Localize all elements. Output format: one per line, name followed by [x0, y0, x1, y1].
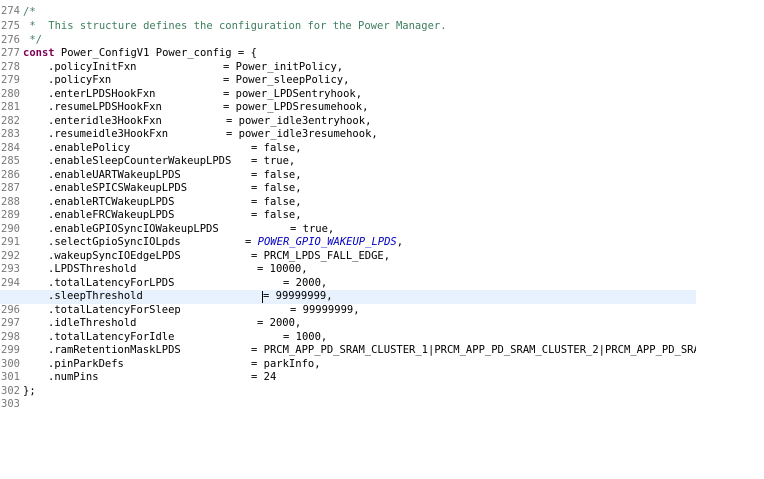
- punctuation: ,: [396, 236, 404, 248]
- field-value: = 99999999,: [290, 303, 360, 316]
- field-value: = false,: [251, 168, 302, 181]
- field-name: .enableRTCWakeupLPDS: [48, 195, 175, 208]
- code-line: 281 .enterLPDSHookFxn = power_LPDSentryh…: [0, 87, 764, 114]
- field-name: .enterLPDSHookFxn: [48, 87, 156, 100]
- code-line: 291 .enableGPIOSyncIOWakeupLPDS = true,: [0, 222, 764, 249]
- field-value: = power_LPDSresumehook,: [223, 101, 369, 113]
- field-value: = false,: [251, 195, 302, 208]
- field-value: = power_idle3resumehook,: [226, 128, 378, 140]
- field-value: = 1000,: [283, 330, 328, 343]
- field-value: = 10000,: [257, 263, 308, 275]
- code-line: 286 .enableSleepCounterWakeupLPDS = true…: [0, 155, 764, 181]
- field-value: = 24: [251, 371, 277, 383]
- field-value: = PRCM_APP_PD_SRAM_CLUSTER_1|PRCM_APP_PD…: [251, 344, 696, 356]
- field-name: .enableGPIOSyncIOWakeupLPDS: [48, 222, 219, 235]
- current-code-line[interactable]: 296 .sleepThreshold = 99999999,: [0, 290, 696, 316]
- code-line: 280 .policyFxn = Power_sleepPolicy,: [0, 74, 764, 100]
- field-value: = power_LPDSentryhook,: [223, 87, 363, 100]
- code-line: 279 .policyInitFxn = Power_initPolicy,: [0, 60, 764, 87]
- code-line: 297 .totalLatencyForSleep = 99999999,: [0, 303, 764, 330]
- code-line: 294 .LPDSThreshold = 10000,: [0, 263, 764, 289]
- code-line: 298 .idleThreshold = 2000,: [0, 317, 764, 343]
- code-line: 287 .enableUARTWakeupLPDS = false,: [0, 168, 764, 195]
- code-line: 278 const Power_ConfigV1 Power_config = …: [0, 47, 764, 73]
- code-line: 277 */: [0, 33, 764, 60]
- field-name: .totalLatencyForLPDS: [48, 276, 175, 289]
- field-name: .enableSPICSWakeupLPDS: [48, 182, 188, 194]
- field-name: .totalLatencyForIdle: [48, 330, 175, 343]
- closing-brace: };: [23, 384, 36, 397]
- field-value: = 2000,: [257, 317, 302, 329]
- field-value: = false,: [251, 141, 302, 154]
- declaration-text: Power_ConfigV1 Power_config = {: [54, 47, 257, 59]
- code-line: 274: [0, 0, 764, 17]
- field-value: = POWER_GPIO_WAKEUP_LPDS,: [245, 236, 403, 250]
- field-value: = Power_initPolicy,: [223, 60, 344, 73]
- field-value: = 99999999,: [263, 290, 333, 302]
- field-name: .idleThreshold: [48, 317, 137, 329]
- field-name: .enableSleepCounterWakeupLPDS: [48, 155, 232, 167]
- field-name: .ramRetentionMaskLPDS: [48, 344, 181, 356]
- field-name: .totalLatencyForSleep: [48, 303, 181, 316]
- code-line: 295 .totalLatencyForLPDS = 2000,: [0, 276, 764, 303]
- comment-text: */: [23, 33, 42, 46]
- code-line: 283 .enteridle3HookFxn = power_idle3entr…: [0, 114, 764, 141]
- enum-constant: POWER_GPIO_WAKEUP_LPDS: [257, 236, 397, 248]
- field-name: .policyFxn: [48, 74, 112, 86]
- code-line: 289 .enableRTCWakeupLPDS = false,: [0, 195, 764, 222]
- field-name: .pinParkDefs: [48, 357, 124, 370]
- field-value: = parkInfo,: [251, 357, 321, 370]
- code-line: 299 .totalLatencyForIdle = 1000,: [0, 330, 764, 357]
- field-value: = Power_sleepPolicy,: [223, 74, 350, 86]
- field-name: .policyInitFxn: [48, 60, 137, 73]
- field-name: .enableFRCWakeupLPDS: [48, 209, 175, 221]
- field-name: .wakeupSyncIOEdgeLPDS: [48, 249, 181, 262]
- field-value: = PRCM_LPDS_FALL_EDGE,: [251, 249, 391, 262]
- code-editor[interactable]: 274 275 /* 276 * This structure defines …: [0, 0, 764, 479]
- code-line: 303 };: [0, 384, 764, 411]
- assign-operator: =: [245, 236, 258, 248]
- field-value: = true,: [251, 155, 296, 167]
- code-line: 275 /*: [0, 6, 764, 32]
- code-line: 290 .enableFRCWakeupLPDS = false,: [0, 209, 764, 235]
- code-line: 301 .pinParkDefs = parkInfo,: [0, 357, 764, 384]
- keyword: const: [23, 47, 55, 59]
- code-line: 285 .enablePolicy = false,: [0, 141, 764, 168]
- declaration: const Power_ConfigV1 Power_config = {: [23, 47, 257, 61]
- code-line: 292 .selectGpioSyncIOLpds = POWER_GPIO_W…: [0, 236, 764, 262]
- code-line: 288 .enableSPICSWakeupLPDS = false,: [0, 182, 764, 208]
- field-name: .enteridle3HookFxn: [48, 114, 162, 127]
- line-number: 303: [1, 398, 20, 410]
- field-name: .enableUARTWakeupLPDS: [48, 168, 181, 181]
- field-name: .sleepThreshold: [48, 290, 143, 302]
- field-name: .enablePolicy: [48, 141, 131, 154]
- code-line: 276 * This structure defines the configu…: [0, 20, 764, 46]
- code-line: 293 .wakeupSyncIOEdgeLPDS = PRCM_LPDS_FA…: [0, 249, 764, 276]
- field-value: = true,: [290, 222, 335, 235]
- code-line: 282 .resumeLPDSHookFxn = power_LPDSresum…: [0, 101, 764, 127]
- code-line: 302 .numPins = 24: [0, 371, 764, 397]
- field-name: .resumeidle3HookFxn: [48, 128, 169, 140]
- field-name: .selectGpioSyncIOLpds: [48, 236, 181, 248]
- field-name: .resumeLPDSHookFxn: [48, 101, 162, 113]
- field-name: .numPins: [48, 371, 99, 383]
- field-value: = false,: [251, 209, 302, 221]
- code-line: 300 .ramRetentionMaskLPDS = PRCM_APP_PD_…: [0, 344, 764, 370]
- field-value: = 2000,: [283, 276, 328, 289]
- field-value: = power_idle3entryhook,: [226, 114, 372, 127]
- comment-text: /*: [23, 6, 36, 18]
- code-line: 284 .resumeidle3HookFxn = power_idle3res…: [0, 128, 764, 154]
- comment-text: * This structure defines the configurati…: [23, 20, 447, 32]
- field-value: = false,: [251, 182, 302, 194]
- field-name: .LPDSThreshold: [48, 263, 137, 275]
